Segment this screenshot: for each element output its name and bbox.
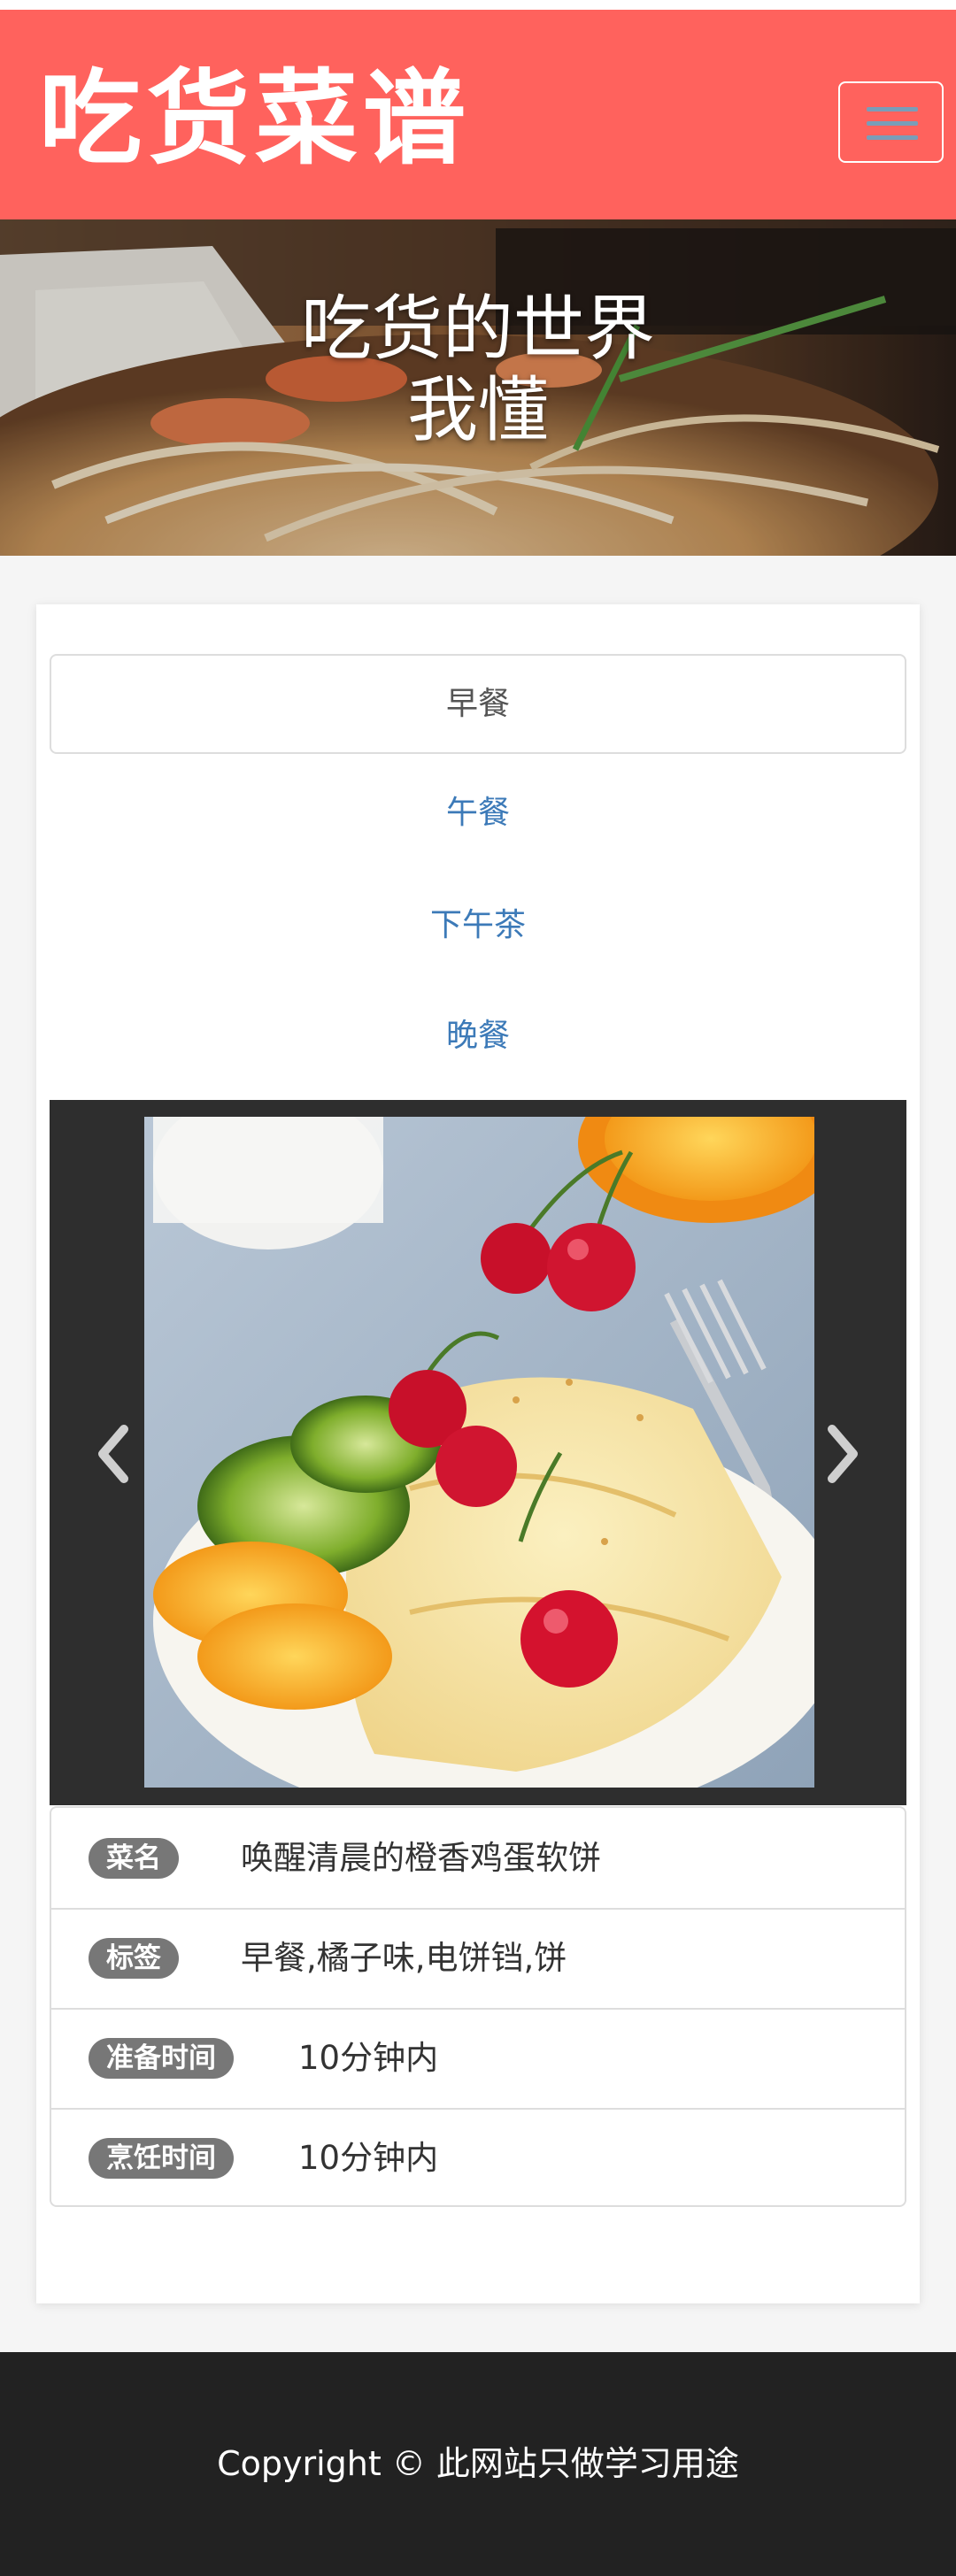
hamburger-menu-icon-bar <box>867 135 918 140</box>
chevron-left-icon[interactable] <box>87 1419 140 1489</box>
tab-dinner[interactable]: 晚餐 <box>50 986 906 1086</box>
hamburger-menu-icon <box>867 107 918 111</box>
chevron-right-icon[interactable] <box>816 1419 869 1489</box>
label-badge: 烹饪时间 <box>89 2138 234 2179</box>
copyright-text: Copyright © 此网站只做学习用途 <box>217 2444 739 2483</box>
label-badge: 标签 <box>89 1938 179 1979</box>
hero-title-line1: 吃货的世界 <box>301 288 655 370</box>
hamburger-menu-icon-bar <box>867 121 918 126</box>
table-row: 准备时间 10分钟内 <box>51 2008 905 2110</box>
table-row: 菜名 唤醒清晨的橙香鸡蛋软饼 <box>51 1808 905 1910</box>
recipe-info-table: 菜名 唤醒清晨的橙香鸡蛋软饼 标签 早餐,橘子味,电饼铛,饼 准备时间 10分钟… <box>50 1806 906 2207</box>
navbar: 吃货菜谱 <box>0 10 956 219</box>
table-row: 烹饪时间 10分钟内 <box>51 2108 905 2205</box>
recipe-photo <box>144 1117 814 1788</box>
recipe-tags-value: 早餐,橘子味,电饼铛,饼 <box>241 1939 567 1977</box>
hero-title-line2: 我懂 <box>407 369 549 451</box>
tab-afternoon-tea[interactable]: 下午茶 <box>50 875 906 975</box>
recipe-carousel <box>50 1100 906 1805</box>
hero-title: 吃货的世界 我懂 <box>0 288 956 451</box>
label-badge: 菜名 <box>89 1838 179 1879</box>
tab-lunch[interactable]: 午餐 <box>50 763 906 863</box>
hero-banner: 吃货的世界 我懂 <box>0 219 956 556</box>
footer: Copyright © 此网站只做学习用途 <box>0 2352 956 2576</box>
brand-logo[interactable]: 吃货菜谱 <box>39 61 471 176</box>
recipe-name-value: 唤醒清晨的橙香鸡蛋软饼 <box>241 1839 601 1877</box>
tab-breakfast[interactable]: 早餐 <box>50 654 906 754</box>
label-badge: 准备时间 <box>89 2038 234 2079</box>
menu-toggle-button[interactable] <box>838 81 944 163</box>
table-row: 标签 早餐,橘子味,电饼铛,饼 <box>51 1908 905 2010</box>
cook-time-value: 10分钟内 <box>298 2139 439 2177</box>
prep-time-value: 10分钟内 <box>298 2039 439 2077</box>
